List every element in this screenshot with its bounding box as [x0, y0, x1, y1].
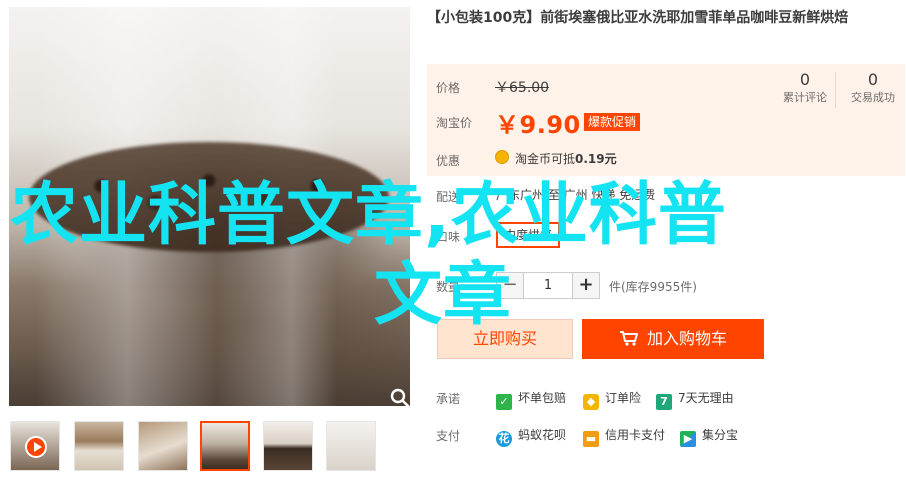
- thumbnail-strip: [10, 421, 410, 475]
- jifenbao-icon: ▶: [680, 431, 696, 447]
- thumbnail-4-selected[interactable]: [200, 421, 250, 471]
- coupon-value: 0.19元: [575, 152, 617, 166]
- insurance-icon: ◆: [583, 394, 599, 410]
- thumbnail-3[interactable]: [138, 421, 188, 471]
- quantity-input[interactable]: 1: [523, 272, 573, 299]
- credit-card-icon: ▬: [583, 431, 599, 447]
- thumbnail-2[interactable]: [74, 421, 124, 471]
- play-icon: [25, 436, 47, 458]
- promise-item-bad-order[interactable]: ✓ 坏单包赔: [496, 390, 566, 410]
- gold-coin-icon: [495, 150, 509, 164]
- promise-item-label: 7天无理由: [678, 391, 734, 405]
- price-label: 价格: [436, 81, 461, 95]
- watermark-line-2: 文章: [374, 256, 513, 335]
- payment-item-label: 集分宝: [702, 428, 739, 442]
- shield-check-icon: ✓: [496, 394, 512, 410]
- payment-label: 支付: [436, 429, 461, 443]
- sales-count: 0: [867, 70, 879, 89]
- coupon-label: 优惠: [436, 154, 461, 168]
- cart-icon: [619, 331, 638, 346]
- reviews-label: 累计评论: [783, 91, 827, 104]
- payment-item-label: 蚂蚁花呗: [518, 428, 567, 442]
- seven-day-icon: 7: [656, 394, 672, 410]
- stock-text: 件(库存9955件): [609, 280, 697, 294]
- sales-label: 交易成功: [851, 91, 895, 104]
- payment-item-huabei[interactable]: 花蚂蚁花呗: [496, 427, 566, 447]
- add-to-cart-button[interactable]: 加入购物车: [582, 319, 764, 359]
- reviews-count: 0: [799, 70, 811, 89]
- coupon-text: 淘金币可抵0.19元: [515, 150, 617, 167]
- add-to-cart-label: 加入购物车: [646, 329, 727, 348]
- reviews-stat[interactable]: 0 累计评论: [775, 70, 835, 106]
- video-thumbnail[interactable]: [10, 421, 60, 471]
- promise-item-label: 坏单包赔: [518, 391, 567, 405]
- promo-tag: 爆款促销: [584, 113, 641, 131]
- stat-divider: [835, 72, 836, 108]
- payment-item-jifenbao[interactable]: ▶ 集分宝: [680, 427, 738, 447]
- sales-stat[interactable]: 0 交易成功: [843, 70, 903, 106]
- promo-price: ￥9.90: [495, 111, 581, 139]
- promise-item-order-insurance[interactable]: ◆ 订单险: [583, 390, 641, 410]
- zoom-icon[interactable]: [389, 387, 410, 406]
- payment-item-credit-card[interactable]: ▬ 信用卡支付: [583, 427, 665, 447]
- watermark-line-1: 农业科普文章,农业科普: [10, 176, 727, 255]
- payment-item-label: 信用卡支付: [605, 428, 666, 442]
- coupon-desc: 淘金币可抵: [515, 152, 576, 166]
- promise-item-label: 订单险: [605, 391, 642, 405]
- product-title: 【小包装100克】前街埃塞俄比亚水洗耶加雪菲单品咖啡豆新鲜烘焙: [427, 10, 849, 26]
- thumbnail-6[interactable]: [326, 421, 376, 471]
- huabei-icon: 花: [496, 431, 512, 447]
- original-price: ￥65.00: [495, 80, 550, 96]
- thumbnail-5[interactable]: [263, 421, 313, 471]
- promise-label: 承诺: [436, 392, 461, 406]
- quantity-increase-button[interactable]: +: [572, 272, 600, 299]
- price-panel: 价格 ￥65.00 淘宝价 ￥9.90 爆款促销 0 累计评论 0 交易成功 优…: [427, 64, 905, 176]
- promo-price-label: 淘宝价: [436, 116, 473, 130]
- promise-item-7-day-return[interactable]: 7 7天无理由: [656, 390, 734, 410]
